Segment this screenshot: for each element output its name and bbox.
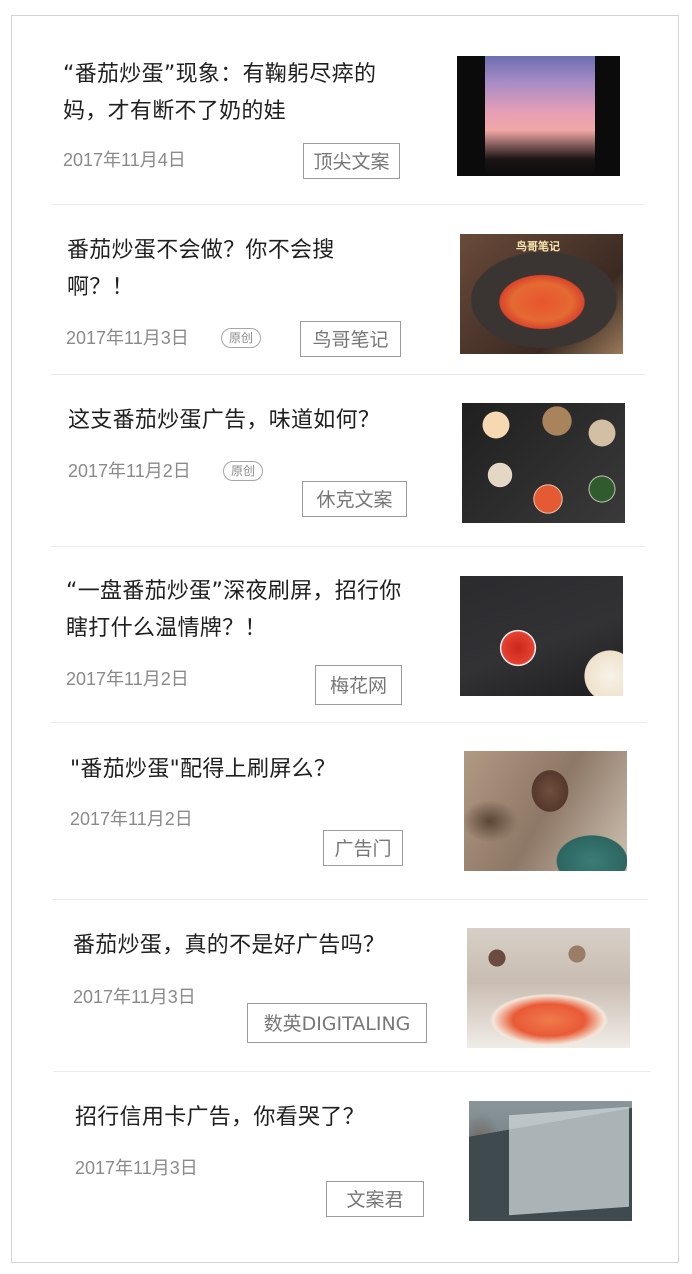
divider [51, 546, 645, 547]
article-title[interactable]: 番茄炒蛋，真的不是好广告吗？ [73, 927, 385, 964]
source-tag[interactable]: 文案君 [326, 1181, 424, 1217]
article-thumbnail[interactable] [467, 928, 630, 1048]
article-title-line: 番茄炒蛋不会做？你不会搜 [67, 238, 335, 263]
article-thumbnail[interactable] [462, 403, 625, 523]
article-date: 2017年11月2日 [68, 461, 191, 481]
article-title-line: “番茄炒蛋”现象：有鞠躬尽瘁的 [63, 62, 377, 87]
phone-screen-graphic [509, 1106, 629, 1216]
article-title-line: 妈，才有断不了奶的娃 [63, 99, 287, 124]
article-title[interactable]: 这支番茄炒蛋广告，味道如何？ [68, 402, 380, 439]
article-thumbnail[interactable] [460, 576, 623, 696]
source-tag[interactable]: 休克文案 [302, 481, 407, 517]
article-thumbnail[interactable] [457, 56, 620, 176]
source-tag[interactable]: 数英DIGITALING [247, 1003, 427, 1043]
article-date: 2017年11月4日 [63, 150, 186, 170]
article-title-line: 啊？！ [67, 275, 134, 300]
article-title-line: "番茄炒蛋"配得上刷屏么？ [70, 757, 337, 782]
article-date: 2017年11月2日 [66, 669, 189, 689]
article-date: 2017年11月3日 [73, 987, 196, 1007]
article-thumbnail[interactable] [464, 751, 627, 871]
source-tag[interactable]: 广告门 [323, 830, 403, 866]
divider [51, 204, 645, 205]
divider [51, 374, 645, 375]
source-tag[interactable]: 鸟哥笔记 [300, 321, 401, 357]
divider [51, 722, 647, 723]
source-tag[interactable]: 顶尖文案 [303, 143, 400, 179]
article-date: 2017年11月3日 [66, 328, 189, 348]
thumbnail-caption: 鸟哥笔记 [516, 240, 560, 253]
article-title-line: 这支番茄炒蛋广告，味道如何？ [68, 408, 381, 433]
original-badge: 原创 [221, 328, 262, 348]
article-title-line: “一盘番茄炒蛋”深夜刷屏，招行你 [66, 579, 402, 604]
article-title-line: 招行信用卡广告，你看哭了？ [75, 1105, 365, 1130]
article-date: 2017年11月3日 [75, 1158, 198, 1178]
original-badge: 原创 [223, 461, 264, 481]
divider [53, 1071, 651, 1072]
article-title[interactable]: “一盘番茄炒蛋”深夜刷屏，招行你 瞎打什么温情牌？！ [66, 573, 402, 647]
article-title[interactable]: "番茄炒蛋"配得上刷屏么？ [70, 751, 336, 788]
article-title[interactable]: “番茄炒蛋”现象：有鞠躬尽瘁的 妈，才有断不了奶的娃 [63, 56, 376, 130]
article-title-line: 瞎打什么温情牌？！ [66, 616, 267, 641]
source-tag[interactable]: 梅花网 [315, 665, 402, 705]
divider [52, 899, 648, 900]
article-thumbnail[interactable]: 鸟哥笔记 [460, 234, 623, 354]
article-title[interactable]: 招行信用卡广告，你看哭了？ [75, 1099, 365, 1136]
article-title-line: 番茄炒蛋，真的不是好广告吗？ [73, 933, 386, 958]
article-title[interactable]: 番茄炒蛋不会做？你不会搜 啊？！ [67, 232, 335, 306]
article-thumbnail[interactable] [469, 1101, 632, 1221]
article-date: 2017年11月2日 [70, 809, 193, 829]
